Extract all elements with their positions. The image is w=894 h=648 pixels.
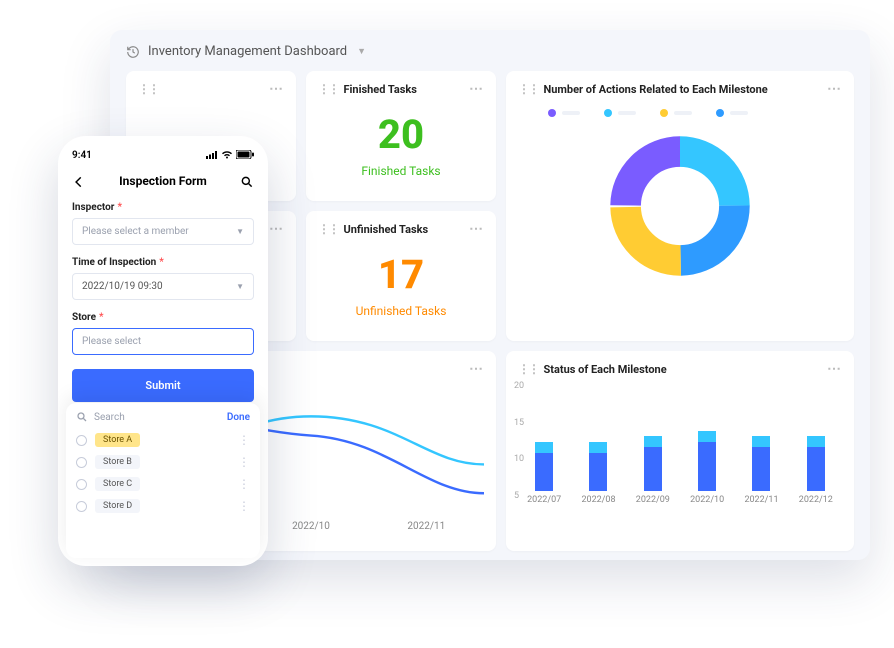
search-icon[interactable] (240, 174, 254, 188)
dashboard-title: Inventory Management Dashboard (148, 44, 347, 59)
store-row[interactable]: Store D ⋮ (76, 495, 250, 517)
done-button[interactable]: Done (227, 412, 250, 423)
phone-title: Inspection Form (119, 174, 207, 188)
card-unfinished-tasks: ⋮⋮ Unfinished Tasks ⋯ 17 Unfinished Task… (306, 211, 496, 341)
time-select[interactable]: 2022/10/19 09:30▼ (72, 273, 254, 300)
bar-column: 2022/11 (743, 436, 779, 505)
search-icon (76, 411, 88, 423)
bar-column: 2022/10 (689, 431, 725, 506)
more-icon[interactable]: ⋯ (469, 81, 484, 97)
battery-icon (236, 150, 254, 162)
card-title: Status of Each Milestone (543, 363, 666, 376)
store-row[interactable]: Store C ⋮ (76, 473, 250, 495)
more-icon[interactable]: ⋯ (269, 221, 284, 237)
drag-handle-icon[interactable]: ⋮⋮ (138, 82, 158, 96)
store-row[interactable]: Store A ⋮ (76, 429, 250, 451)
more-icon[interactable]: ⋯ (469, 361, 484, 377)
card-finished-tasks: ⋮⋮ Finished Tasks ⋯ 20 Finished Tasks (306, 71, 496, 201)
radio-icon[interactable] (76, 501, 87, 512)
bar-column: 2022/09 (635, 436, 671, 505)
inspector-select[interactable]: Please select a member▼ (72, 218, 254, 245)
radio-icon[interactable] (76, 457, 87, 468)
drag-handle-icon[interactable]: ⋮⋮ (318, 82, 338, 96)
store-chip: Store C (95, 477, 140, 491)
more-vertical-icon[interactable]: ⋮ (238, 499, 250, 513)
more-vertical-icon[interactable]: ⋮ (238, 433, 250, 447)
more-icon[interactable]: ⋯ (827, 361, 842, 377)
store-label: Store* (72, 312, 254, 323)
donut-chart (595, 121, 765, 291)
bar-column: 2022/08 (580, 442, 616, 506)
dashboard-header[interactable]: Inventory Management Dashboard ▼ (126, 44, 854, 59)
store-chip: Store A (95, 433, 140, 447)
chevron-down-icon: ▼ (236, 282, 244, 291)
bar-column: 2022/12 (798, 436, 834, 505)
unfinished-label: Unfinished Tasks (318, 304, 484, 318)
store-chip: Store B (95, 455, 140, 469)
bar-chart: 20 15 10 5 2022/072022/082022/092022/102… (518, 385, 842, 505)
unfinished-count: 17 (318, 251, 484, 298)
radio-icon[interactable] (76, 479, 87, 490)
card-title: Number of Actions Related to Each Milest… (543, 83, 767, 96)
radio-icon[interactable] (76, 435, 87, 446)
card-bar-status: ⋮⋮ Status of Each Milestone ⋯ 20 15 10 5… (506, 351, 854, 551)
chevron-down-icon: ▼ (357, 46, 366, 57)
drag-handle-icon[interactable]: ⋮⋮ (518, 362, 538, 376)
history-icon (126, 45, 140, 59)
store-select[interactable]: Please select (72, 328, 254, 355)
donut-legend (548, 109, 842, 117)
submit-button[interactable]: Submit (72, 369, 254, 402)
finished-count: 20 (318, 111, 484, 158)
phone-mockup: 9:41 Inspection Form Inspector* Please s… (58, 136, 268, 566)
chevron-down-icon: ▼ (236, 227, 244, 236)
drag-handle-icon[interactable]: ⋮⋮ (518, 82, 538, 96)
card-title: Finished Tasks (343, 83, 417, 96)
wifi-icon (221, 150, 233, 162)
phone-statusbar: 9:41 (72, 150, 254, 162)
drag-handle-icon[interactable]: ⋮⋮ (318, 222, 338, 236)
more-vertical-icon[interactable]: ⋮ (238, 455, 250, 469)
back-icon[interactable] (72, 174, 86, 188)
bar-y-axis: 20 15 10 5 (514, 381, 524, 501)
phone-time: 9:41 (72, 150, 92, 162)
more-vertical-icon[interactable]: ⋮ (238, 477, 250, 491)
card-donut-milestones: ⋮⋮ Number of Actions Related to Each Mil… (506, 71, 854, 341)
bar-column: 2022/07 (526, 442, 562, 506)
signal-icon (206, 151, 218, 162)
store-row[interactable]: Store B ⋮ (76, 451, 250, 473)
store-chip: Store D (95, 499, 140, 513)
inspector-label: Inspector* (72, 202, 254, 213)
more-icon[interactable]: ⋯ (469, 221, 484, 237)
sheet-search[interactable]: Search (76, 411, 227, 423)
card-title: Unfinished Tasks (343, 223, 428, 236)
more-icon[interactable]: ⋯ (827, 81, 842, 97)
time-label: Time of Inspection* (72, 257, 254, 268)
finished-label: Finished Tasks (318, 164, 484, 178)
store-picker-sheet: Search Done Store A⋮Store B⋮Store C⋮Stor… (66, 403, 260, 558)
more-icon[interactable]: ⋯ (269, 81, 284, 97)
